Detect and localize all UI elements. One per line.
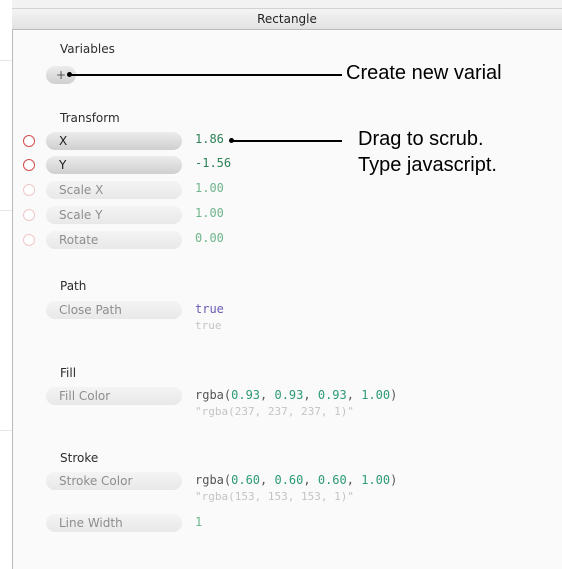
param-rotate-label[interactable]: Rotate <box>46 231 182 249</box>
section-transform: Transform <box>60 111 120 125</box>
param-y-label[interactable]: Y <box>46 156 182 174</box>
fill-b: 0.93 <box>317 388 347 402</box>
param-rotate-value[interactable]: 0.00 <box>195 231 224 245</box>
left-divider <box>0 60 12 61</box>
callout-line <box>70 74 342 76</box>
fill-a: 1.00 <box>361 388 391 402</box>
fill-g: 0.93 <box>274 388 304 402</box>
param-line-width-value[interactable]: 1 <box>195 515 202 529</box>
param-fill-color-value[interactable]: rgba(0.93, 0.93, 0.93, 1.00) <box>195 388 397 402</box>
param-x-value[interactable]: 1.86 <box>195 132 224 146</box>
param-stroke-color-value[interactable]: rgba(0.60, 0.60, 0.60, 1.00) <box>195 473 397 487</box>
stroke-prefix: rgba( <box>195 473 232 487</box>
annotation-drag: Drag to scrub. <box>358 128 484 150</box>
panel-title: Rectangle <box>12 8 562 30</box>
param-close-path-computed: true <box>195 319 222 332</box>
param-x-label[interactable]: X <box>46 132 182 150</box>
param-y-value[interactable]: -1.56 <box>195 156 231 170</box>
stroke-g: 0.60 <box>274 473 304 487</box>
panel-top <box>12 0 562 8</box>
section-variables: Variables <box>60 42 115 56</box>
section-stroke: Stroke <box>60 451 99 465</box>
param-fill-color-computed: "rgba(237, 237, 237, 1)" <box>195 405 354 418</box>
callout-line <box>232 140 342 142</box>
left-strip <box>0 0 12 569</box>
param-stroke-color-label[interactable]: Stroke Color <box>46 472 182 490</box>
param-fill-color-label[interactable]: Fill Color <box>46 387 182 405</box>
keyframe-toggle-x[interactable] <box>23 135 35 147</box>
param-scale-x-label[interactable]: Scale X <box>46 181 182 199</box>
param-close-path-value[interactable]: true <box>195 302 224 316</box>
annotation-type-js: Type javascript. <box>358 154 497 176</box>
param-stroke-color-computed: "rgba(153, 153, 153, 1)" <box>195 490 354 503</box>
stroke-a: 1.00 <box>361 473 391 487</box>
keyframe-toggle-scale-y[interactable] <box>23 209 35 221</box>
param-scale-x-value[interactable]: 1.00 <box>195 181 224 195</box>
stroke-r: 0.60 <box>231 473 261 487</box>
param-line-width-label[interactable]: Line Width <box>46 514 182 532</box>
param-scale-y-label[interactable]: Scale Y <box>46 206 182 224</box>
keyframe-toggle-rotate[interactable] <box>23 234 35 246</box>
left-divider <box>0 210 12 211</box>
stroke-b: 0.60 <box>317 473 347 487</box>
param-scale-y-value[interactable]: 1.00 <box>195 206 224 220</box>
keyframe-toggle-y[interactable] <box>23 159 35 171</box>
section-path: Path <box>60 279 87 293</box>
keyframe-toggle-scale-x[interactable] <box>23 184 35 196</box>
fill-prefix: rgba( <box>195 388 232 402</box>
param-close-path-label[interactable]: Close Path <box>46 301 182 319</box>
left-divider <box>0 430 12 431</box>
fill-r: 0.93 <box>231 388 261 402</box>
section-fill: Fill <box>60 366 77 380</box>
annotation-create-variable: Create new varial <box>346 62 502 84</box>
